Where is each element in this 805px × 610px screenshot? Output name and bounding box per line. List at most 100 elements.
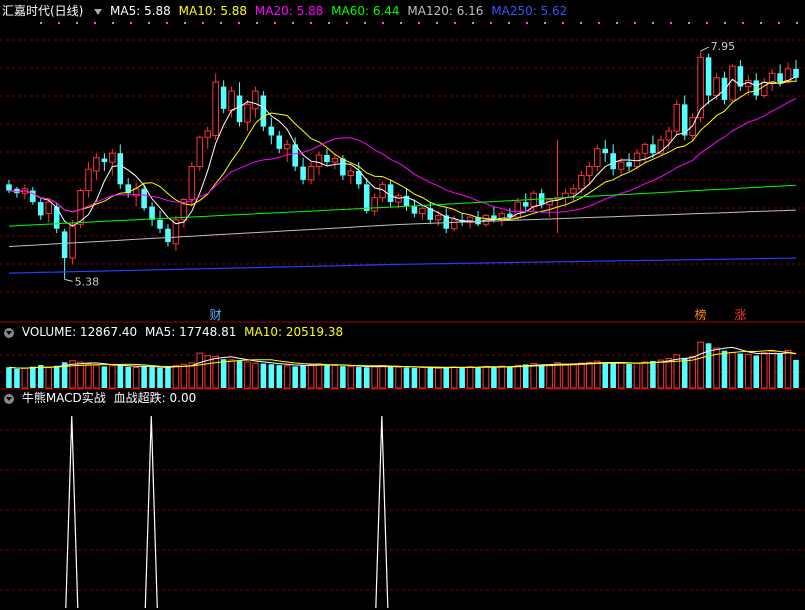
candle-body-down bbox=[61, 231, 68, 259]
collapse-circle-icon[interactable] bbox=[4, 327, 14, 338]
top-marker-dot bbox=[778, 22, 780, 24]
candle-body-down bbox=[777, 73, 783, 83]
volume-bar-up bbox=[212, 355, 219, 389]
candle-body-up bbox=[665, 130, 673, 141]
top-marker-dot bbox=[400, 22, 402, 24]
macd-header: 牛熊MACD实战 血战超跌: 0.00 bbox=[2, 390, 200, 406]
volume-bar-up bbox=[784, 349, 792, 389]
volume-bar-up bbox=[689, 355, 696, 389]
candle-body-up bbox=[673, 103, 681, 132]
volume-bar-down bbox=[324, 364, 330, 388]
candle-body-up bbox=[434, 214, 442, 221]
top-marker-dot bbox=[472, 22, 474, 24]
top-marker-dot bbox=[76, 22, 78, 24]
volume-bar-up bbox=[45, 367, 53, 389]
top-marker-dot bbox=[490, 22, 492, 24]
volume-bar-up bbox=[570, 363, 577, 389]
volume-bar-down bbox=[14, 368, 20, 388]
candle-body-up bbox=[586, 166, 593, 176]
candle-body-up bbox=[768, 72, 776, 83]
candle-body-up bbox=[93, 157, 100, 172]
dropdown-triangle-icon[interactable] bbox=[94, 8, 103, 15]
candle-body-up bbox=[578, 174, 585, 190]
top-marker-dot bbox=[112, 22, 114, 24]
volume-bar-down bbox=[292, 366, 298, 388]
top-marker-dot bbox=[436, 22, 438, 24]
candle-body-down bbox=[236, 95, 243, 123]
candle-body-up bbox=[85, 168, 92, 192]
volume-bar-down bbox=[300, 365, 306, 388]
macd-indicator-name[interactable]: 牛熊MACD实战 bbox=[22, 391, 106, 405]
candle-body-down bbox=[149, 206, 155, 220]
volume-bar-up bbox=[760, 352, 768, 389]
volume-bar-down bbox=[650, 360, 656, 388]
volume-bar-down bbox=[276, 365, 283, 388]
collapse-circle-icon[interactable] bbox=[4, 393, 14, 404]
candle-body-down bbox=[793, 68, 799, 78]
candle-body-down bbox=[220, 86, 227, 109]
top-marker-dot bbox=[634, 22, 636, 24]
volume-bar-down bbox=[30, 366, 36, 388]
volume-bar-down bbox=[355, 367, 362, 388]
volume-bar-up bbox=[586, 361, 593, 389]
candle-body-down bbox=[705, 57, 712, 96]
volume-bar-down bbox=[403, 367, 410, 388]
volume-bar-down bbox=[427, 367, 434, 388]
top-marker-dot bbox=[346, 22, 348, 24]
volume-bar-up bbox=[593, 360, 601, 389]
candle-body-down bbox=[37, 202, 44, 216]
volume-bar-down bbox=[681, 357, 688, 388]
candle-body-up bbox=[371, 197, 378, 212]
ma250-label: MA250: 5.62 bbox=[491, 4, 568, 18]
candle-body-down bbox=[117, 153, 124, 185]
candle-body-up bbox=[593, 148, 601, 168]
candle-body-down bbox=[324, 155, 330, 163]
top-marker-dot bbox=[418, 22, 420, 24]
volume-bar-up bbox=[546, 364, 553, 389]
volume-bar-down bbox=[165, 367, 171, 388]
candle-body-down bbox=[753, 80, 760, 96]
volume-bar-up bbox=[21, 367, 29, 389]
candle-body-down bbox=[300, 166, 306, 180]
top-marker-dot bbox=[40, 22, 42, 24]
high-price-label: 7.95 bbox=[711, 40, 736, 53]
volume-bar-up bbox=[283, 365, 291, 389]
volume-bar-down bbox=[37, 365, 44, 388]
candle-body-up bbox=[212, 81, 219, 136]
top-marker-dot bbox=[724, 22, 726, 24]
volume-bar-down bbox=[737, 353, 744, 388]
candle-body-down bbox=[6, 184, 12, 191]
volume-bar-up bbox=[450, 366, 458, 389]
candle-body-up bbox=[109, 152, 116, 163]
top-marker-dot bbox=[562, 22, 564, 24]
top-marker-dot bbox=[796, 22, 798, 24]
volume-bar-up bbox=[188, 362, 196, 389]
candle-body-down bbox=[522, 202, 529, 207]
candle-body-up bbox=[196, 136, 204, 168]
volume-bar-up bbox=[729, 352, 736, 389]
volume-bar-down bbox=[459, 367, 465, 388]
volume-bar-down bbox=[387, 366, 394, 388]
candle-body-up bbox=[244, 103, 251, 123]
candle-body-up bbox=[617, 161, 625, 170]
volume-bar-up bbox=[109, 365, 116, 389]
stock-title[interactable]: 汇嘉时代(日线) bbox=[2, 4, 83, 18]
volume-bar-up bbox=[498, 365, 506, 389]
candle-body-down bbox=[14, 188, 20, 194]
volume-bar-up bbox=[434, 367, 442, 389]
stock-chart-canvas: 7.95 5.38 财 榜 涨 bbox=[0, 0, 805, 610]
ma120-label: MA120: 6.16 bbox=[407, 4, 484, 18]
volume-bar-down bbox=[626, 364, 632, 388]
volume-bar-down bbox=[53, 365, 60, 388]
volume-bar-down bbox=[777, 353, 783, 388]
candle-body-up bbox=[760, 81, 768, 96]
top-marker-dot bbox=[526, 22, 528, 24]
volume-bar-up bbox=[395, 366, 402, 389]
volume-bar-up bbox=[633, 362, 641, 389]
candle-body-down bbox=[650, 144, 656, 154]
volume-bar-down bbox=[475, 367, 481, 388]
top-marker-dot bbox=[148, 22, 150, 24]
volume-bar-down bbox=[157, 367, 163, 388]
top-marker-dot bbox=[580, 22, 582, 24]
volume-bar-up bbox=[562, 363, 569, 389]
